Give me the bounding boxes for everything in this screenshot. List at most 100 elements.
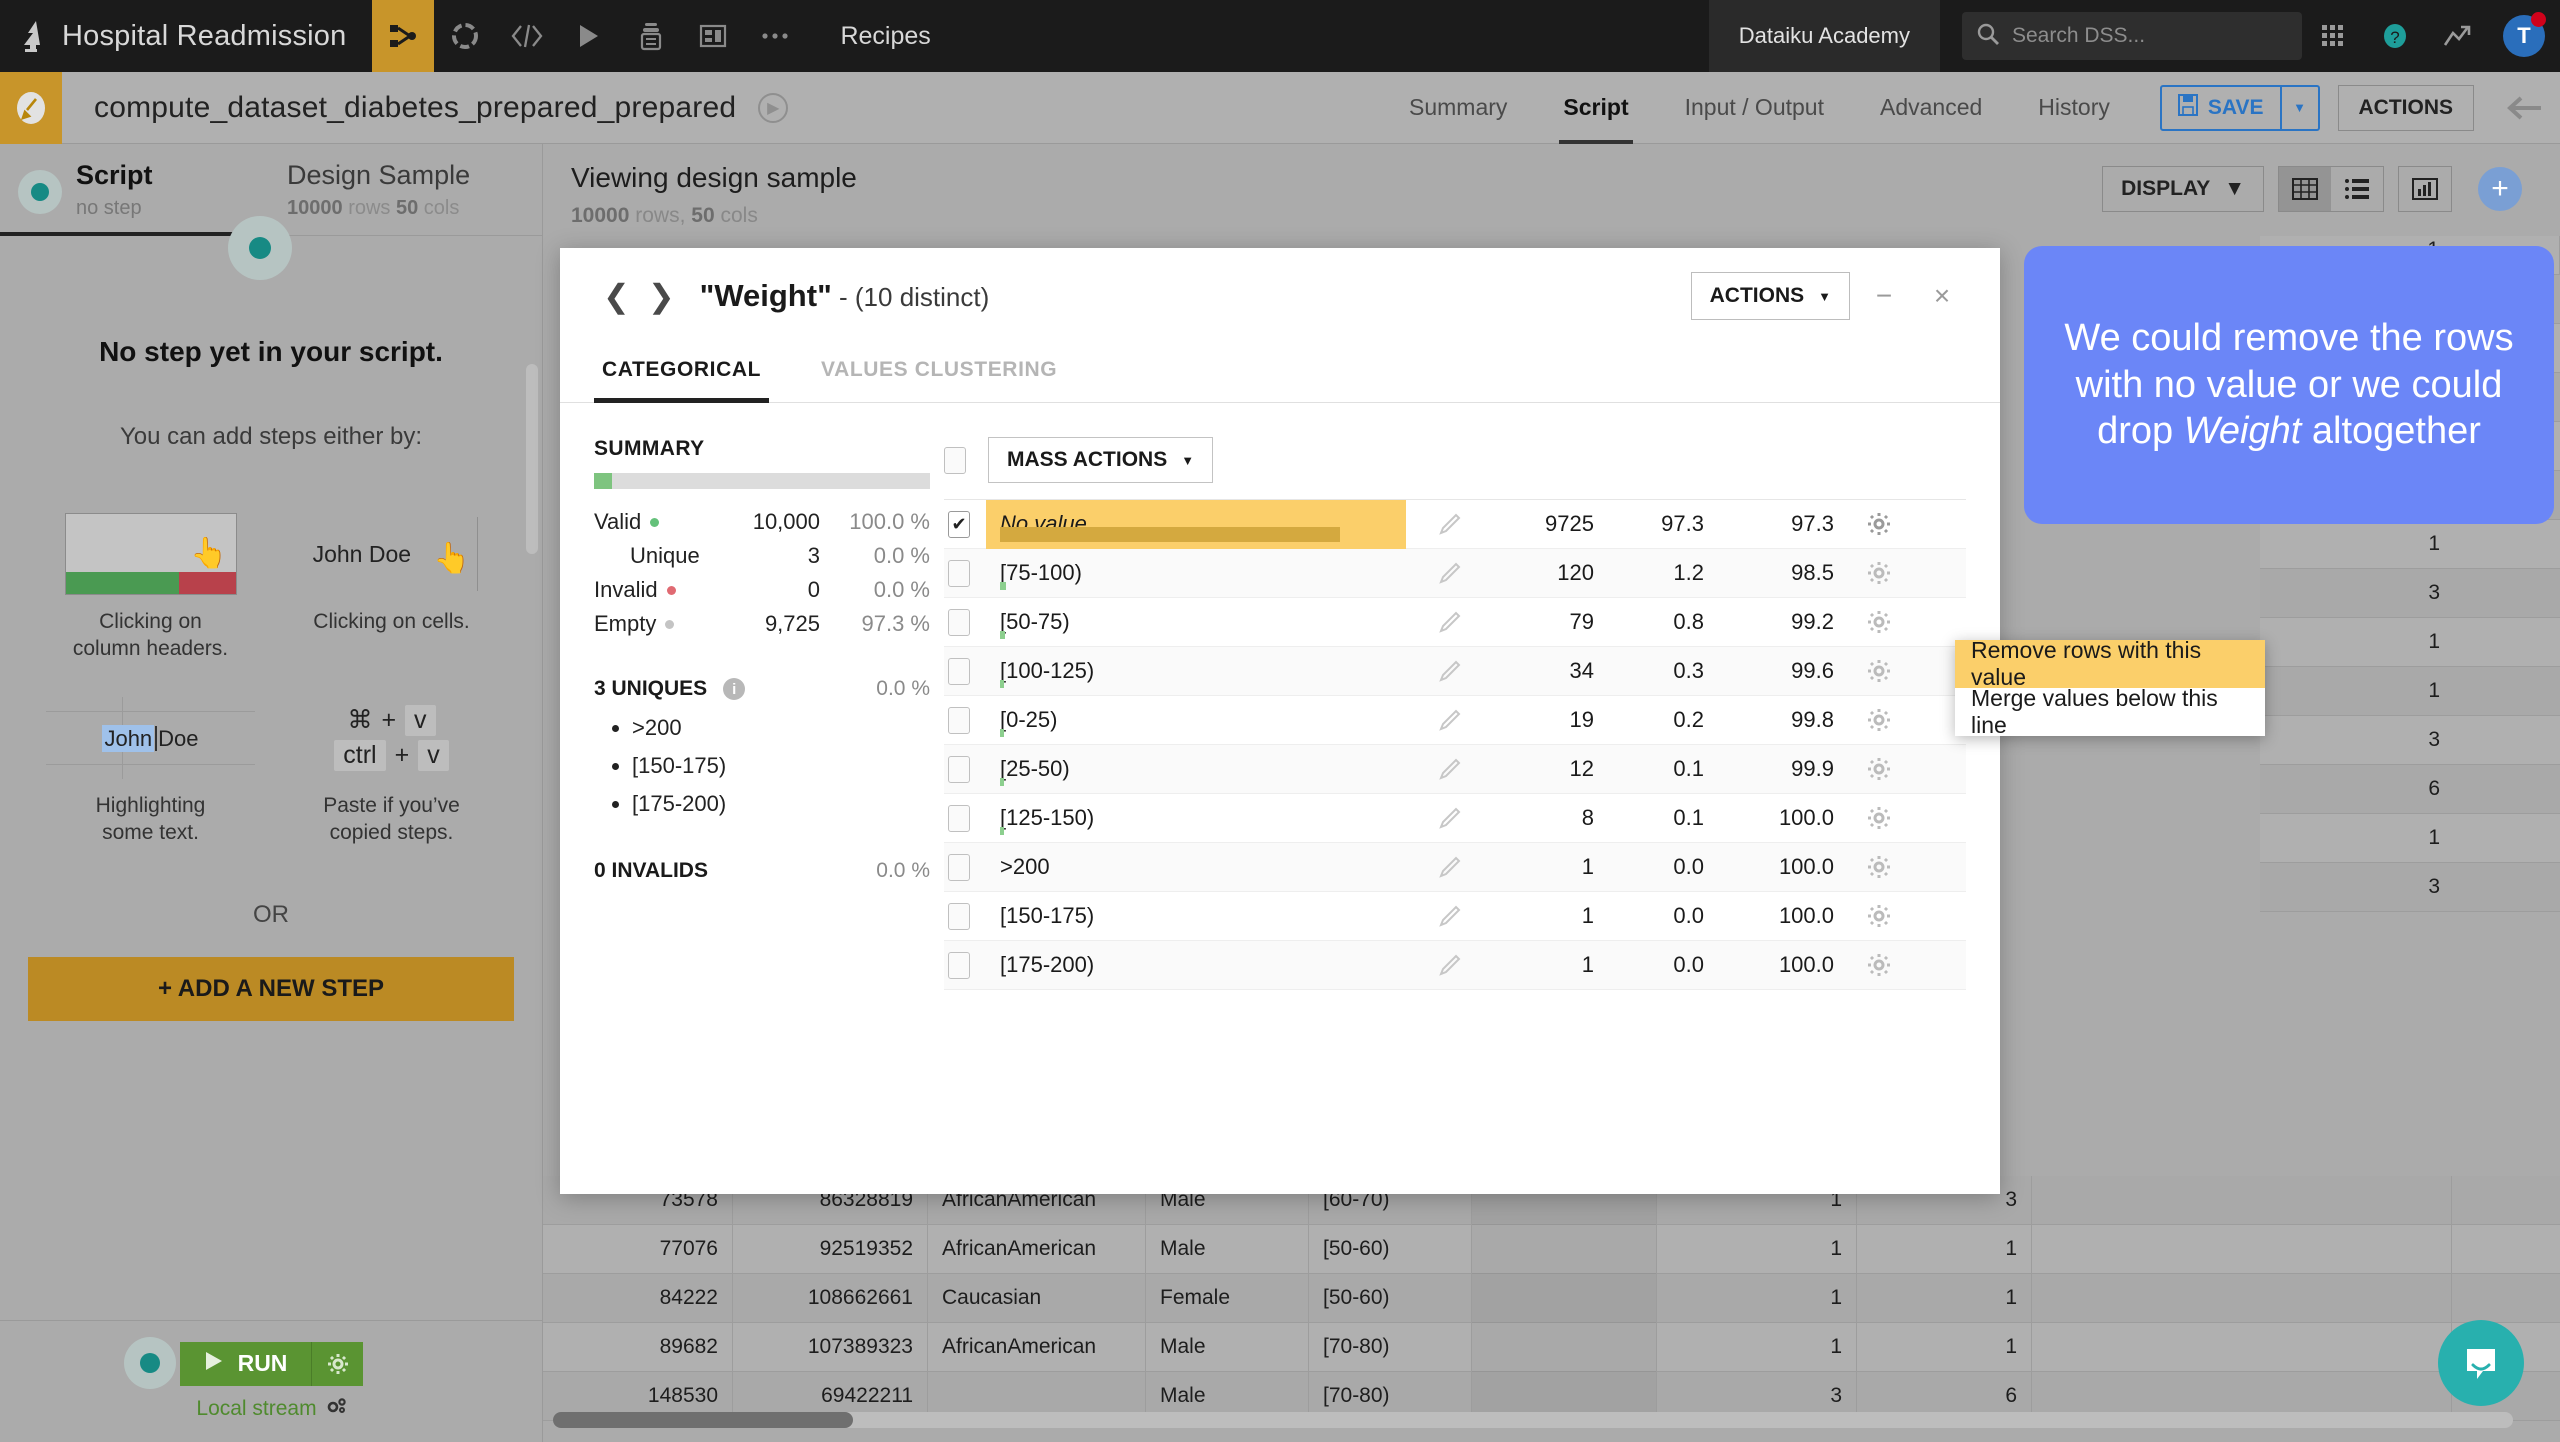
- row-gear-icon[interactable]: [1834, 904, 1924, 928]
- table-row[interactable]: [175-200) 1 0.0 100.0: [944, 941, 1966, 990]
- table-row[interactable]: 77076 92519352 AfricanAmerican Male [50-…: [543, 1224, 2560, 1274]
- tab-values-clustering[interactable]: VALUES CLUSTERING: [813, 344, 1065, 402]
- horizontal-scrollbar[interactable]: [553, 1412, 2513, 1428]
- tab-input-output[interactable]: Input / Output: [1657, 72, 1852, 144]
- mass-actions-button[interactable]: MASS ACTIONS ▼: [988, 437, 1214, 483]
- table-row[interactable]: [50-75) 79 0.8 99.2: [944, 598, 1966, 647]
- project-title[interactable]: Hospital Readmission: [62, 0, 372, 72]
- edit-pencil-icon[interactable]: [1406, 854, 1494, 880]
- edit-pencil-icon[interactable]: [1406, 903, 1494, 929]
- value-count: 12: [1569, 756, 1594, 781]
- engine-settings-icon[interactable]: [325, 1396, 347, 1422]
- row-checkbox[interactable]: [948, 902, 970, 930]
- edit-pencil-icon[interactable]: [1406, 511, 1494, 537]
- row-checkbox[interactable]: [948, 755, 970, 783]
- row-gear-icon[interactable]: [1834, 806, 1924, 830]
- save-dropdown-caret-icon[interactable]: ▼: [2279, 86, 2318, 129]
- left-tab-design-sample[interactable]: Design Sample 10000 rows 50 cols: [271, 144, 542, 235]
- table-row[interactable]: [0-25) 19 0.2 99.8: [944, 696, 1966, 745]
- dataiku-academy-link[interactable]: Dataiku Academy: [1708, 0, 1940, 72]
- row-checkbox[interactable]: [948, 853, 970, 881]
- save-button[interactable]: SAVE: [2162, 87, 2280, 129]
- modal-actions-button[interactable]: ACTIONS ▼: [1690, 272, 1850, 320]
- display-button[interactable]: DISPLAY ▼: [2102, 166, 2264, 212]
- nav-more-icon[interactable]: [744, 0, 806, 72]
- apps-grid-icon[interactable]: [2302, 0, 2364, 72]
- local-stream-status[interactable]: Local stream: [196, 1396, 346, 1422]
- user-avatar-group[interactable]: T: [2488, 0, 2560, 72]
- recipe-status-icon[interactable]: ▶: [758, 92, 789, 123]
- table-row[interactable]: [100-125) 34 0.3 99.6: [944, 647, 1966, 696]
- tab-script[interactable]: Script: [1535, 72, 1656, 144]
- edit-pencil-icon[interactable]: [1406, 658, 1494, 684]
- previous-column-icon[interactable]: ❮: [594, 277, 639, 315]
- nav-recipes-label[interactable]: Recipes: [806, 0, 958, 72]
- search-input[interactable]: [2012, 24, 2288, 48]
- row-gear-icon[interactable]: [1834, 855, 1924, 879]
- row-gear-icon[interactable]: [1834, 512, 1924, 536]
- help-icon[interactable]: ?: [2364, 0, 2426, 72]
- row-gear-icon[interactable]: [1834, 561, 1924, 585]
- trend-icon[interactable]: [2426, 0, 2488, 72]
- edit-pencil-icon[interactable]: [1406, 609, 1494, 635]
- tab-advanced[interactable]: Advanced: [1852, 72, 2010, 144]
- add-column-button[interactable]: +: [2478, 167, 2522, 211]
- run-button[interactable]: RUN: [179, 1341, 312, 1386]
- nav-jobs-icon[interactable]: [620, 0, 682, 72]
- tab-summary[interactable]: Summary: [1381, 72, 1535, 144]
- table-view-icon[interactable]: [2279, 167, 2331, 211]
- minimize-icon[interactable]: −: [1860, 272, 1908, 320]
- dataiku-logo-icon[interactable]: [0, 0, 62, 72]
- row-checkbox[interactable]: [948, 657, 970, 685]
- edit-pencil-icon[interactable]: [1406, 805, 1494, 831]
- nav-recipe-flow-icon[interactable]: [372, 0, 435, 72]
- callout-text: We could remove the rows with no value o…: [2064, 317, 2514, 453]
- edit-pencil-icon[interactable]: [1406, 756, 1494, 782]
- row-gear-icon[interactable]: [1834, 953, 1924, 977]
- table-row[interactable]: 84222 108662661 Caucasian Female [50-60)…: [543, 1273, 2560, 1323]
- add-new-step-button[interactable]: + ADD A NEW STEP: [28, 956, 514, 1021]
- edit-pencil-icon[interactable]: [1406, 952, 1494, 978]
- nav-dataset-icon[interactable]: [434, 0, 496, 72]
- tab-categorical[interactable]: CATEGORICAL: [594, 344, 770, 403]
- left-panel-scrollbar[interactable]: [526, 364, 538, 554]
- run-settings-gear-icon[interactable]: [311, 1341, 364, 1386]
- row-checkbox[interactable]: [948, 951, 970, 979]
- menu-item-remove-rows[interactable]: Remove rows with this value: [1955, 637, 2265, 690]
- side-count-cell: 3: [2260, 863, 2560, 912]
- row-gear-icon[interactable]: [1834, 659, 1924, 683]
- list-view-icon[interactable]: [2331, 167, 2383, 211]
- row-checkbox[interactable]: [948, 559, 970, 587]
- collapse-panel-icon[interactable]: [2492, 95, 2560, 121]
- row-gear-icon[interactable]: [1834, 610, 1924, 634]
- nav-code-icon[interactable]: [496, 0, 558, 72]
- table-row[interactable]: [125-150) 8 0.1 100.0: [944, 794, 1966, 843]
- charts-view-icon[interactable]: [2398, 166, 2452, 212]
- row-checkbox[interactable]: [948, 804, 970, 832]
- nav-dashboard-icon[interactable]: [682, 0, 744, 72]
- row-gear-icon[interactable]: [1834, 708, 1924, 732]
- row-checkbox[interactable]: [948, 608, 970, 636]
- edit-pencil-icon[interactable]: [1406, 707, 1494, 733]
- table-row[interactable]: [75-100) 120 1.2 98.5: [944, 549, 1966, 598]
- intercom-chat-button[interactable]: [2438, 1320, 2524, 1406]
- table-row[interactable]: [150-175) 1 0.0 100.0: [944, 892, 1966, 941]
- tab-history[interactable]: History: [2010, 72, 2138, 144]
- row-gear-icon[interactable]: [1834, 757, 1924, 781]
- recipe-actions-button[interactable]: ACTIONS: [2337, 84, 2474, 131]
- search-box[interactable]: [1962, 12, 2302, 60]
- table-row[interactable]: [25-50) 12 0.1 99.9: [944, 745, 1966, 794]
- table-row[interactable]: 89682 107389323 AfricanAmerican Male [70…: [543, 1322, 2560, 1372]
- next-column-icon[interactable]: ❯: [639, 277, 684, 315]
- info-icon[interactable]: i: [723, 678, 746, 700]
- row-checkbox[interactable]: [948, 706, 970, 734]
- table-row[interactable]: No value 9725 97.3 97.3: [944, 499, 1966, 549]
- close-icon[interactable]: ×: [1918, 272, 1966, 320]
- left-tab-script[interactable]: Script no step: [0, 144, 271, 236]
- select-all-checkbox[interactable]: [944, 446, 966, 474]
- row-checkbox[interactable]: [948, 510, 970, 538]
- table-row[interactable]: >200 1 0.0 100.0: [944, 843, 1966, 892]
- nav-play-icon[interactable]: [558, 0, 620, 72]
- menu-item-merge-values[interactable]: Merge values below this line: [1955, 685, 2265, 738]
- edit-pencil-icon[interactable]: [1406, 560, 1494, 586]
